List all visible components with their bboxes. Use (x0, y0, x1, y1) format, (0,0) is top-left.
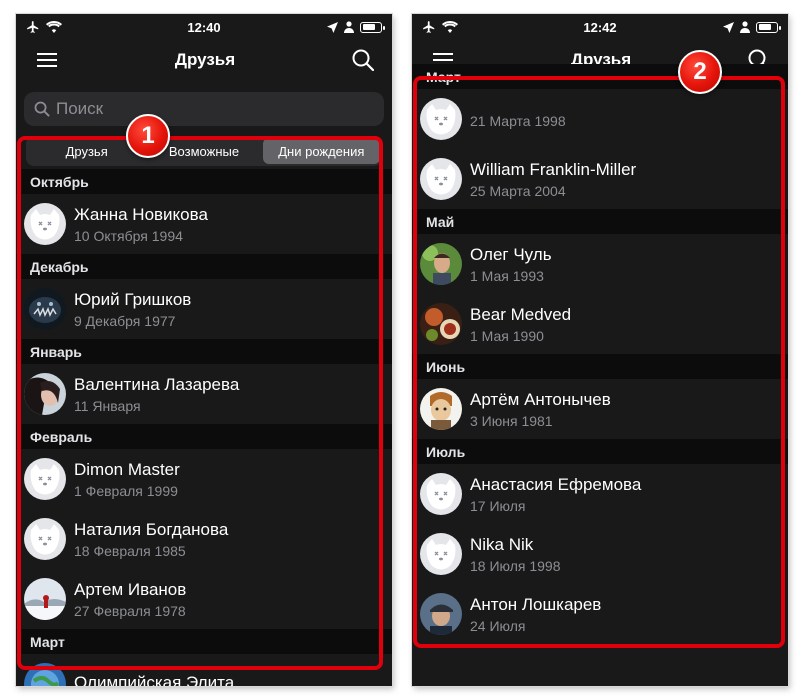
friend-list-item[interactable]: Валентина Лазарева 11 Января (16, 364, 392, 424)
status-bar: 12:40 (16, 14, 392, 40)
battery-icon (360, 21, 385, 33)
default-avatar-icon (24, 203, 66, 245)
month-section-header: Декабрь (16, 254, 392, 279)
status-time: 12:42 (583, 19, 617, 35)
search-icon (34, 101, 50, 117)
friend-name: Артем Иванов (74, 579, 187, 599)
month-section-header: Февраль (16, 424, 392, 449)
birthday-date: 3 Июня 1981 (470, 412, 553, 429)
airplane-icon (27, 21, 39, 33)
month-section-header: Март (16, 629, 392, 654)
status-bar: 12:42 (412, 14, 788, 40)
battery-icon (756, 21, 781, 33)
person-icon (740, 21, 750, 33)
tab-friends[interactable]: Друзья (28, 138, 145, 164)
status-time: 12:40 (187, 19, 221, 35)
tab-birthdays[interactable]: Дни рождения (262, 138, 380, 164)
friend-name: Юрий Гришков (74, 289, 192, 309)
friend-name: Nika Nik (470, 534, 534, 554)
search-field[interactable] (24, 92, 384, 126)
birthday-date: 18 Февраля 1985 (74, 542, 186, 559)
friend-list-item[interactable]: William Franklin-Miller 25 Марта 2004 (412, 149, 788, 209)
friend-list-item[interactable]: Юрий Гришков 9 Декабря 1977 (16, 279, 392, 339)
birthday-date: 17 Июля (470, 497, 526, 514)
hamburger-icon (37, 53, 57, 67)
avatar (24, 578, 66, 620)
default-avatar-icon (420, 473, 462, 515)
friend-list-item[interactable]: Nika Nik 18 Июля 1998 (412, 524, 788, 584)
friend-name: William Franklin-Miller (470, 159, 637, 179)
friend-name: Bear Medved (470, 304, 572, 324)
default-avatar-icon (420, 533, 462, 575)
wifi-icon (46, 21, 62, 33)
search-input[interactable] (56, 99, 356, 119)
tabs-segmented-control: Друзья Возможные Дни рождения (26, 136, 382, 166)
avatar (24, 663, 66, 686)
friend-name: Антон Лошкарев (470, 594, 602, 614)
friend-list-item[interactable]: Антон Лошкарев 24 Июля (412, 584, 788, 644)
default-avatar-icon (24, 458, 66, 500)
birthday-date: 9 Декабря 1977 (74, 312, 176, 329)
page-title: Друзья (174, 50, 236, 69)
friend-name: Dimon Master (74, 459, 180, 479)
friend-name: Артём Антонычев (470, 389, 611, 409)
friend-list-item[interactable]: Артём Антонычев 3 Июня 1981 (412, 379, 788, 439)
friend-name: Валентина Лазарева (74, 374, 240, 394)
default-avatar-icon (420, 98, 462, 140)
tab-suggestions[interactable]: Возможные (145, 138, 262, 164)
default-avatar-icon (24, 518, 66, 560)
friend-list-item[interactable]: 21 Марта 1998 (412, 89, 788, 149)
birthday-date: 27 Февраля 1978 (74, 602, 186, 619)
avatar (420, 303, 462, 345)
friend-list-item[interactable]: Bear Medved 1 Мая 1990 (412, 294, 788, 354)
month-section-header: Март (412, 64, 788, 89)
month-section-header: Январь (16, 339, 392, 364)
friend-list-item[interactable]: Артем Иванов 27 Февраля 1978 (16, 569, 392, 629)
friend-name: Жанна Новикова (74, 204, 208, 224)
birthday-list: Октябрь Жанна Новикова 10 Октября 1994 Дека… (16, 169, 392, 686)
menu-button[interactable] (34, 47, 60, 73)
birthday-date: 24 Июля (470, 617, 526, 634)
month-section-header: Май (412, 209, 788, 234)
person-icon (344, 21, 354, 33)
month-section-header: Июнь (412, 354, 788, 379)
friend-list-item[interactable]: Анастасия Ефремова 17 Июля (412, 464, 788, 524)
airplane-icon (423, 21, 435, 33)
location-arrow-icon (723, 21, 734, 33)
birthday-date: 21 Марта 1998 (470, 112, 566, 129)
nav-bar: Друзья (16, 40, 392, 80)
avatar (420, 388, 462, 430)
month-section-header: Октябрь (16, 169, 392, 194)
friend-name: Олимпийская Элита (74, 672, 235, 687)
birthday-date: 1 Мая 1993 (470, 267, 544, 284)
phone-screen-2: 12:42 Друзья Март 21 Марта 1998 William Fr… (412, 14, 788, 686)
friend-name: Анастасия Ефремова (470, 474, 642, 494)
friend-list-item[interactable]: Жанна Новикова 10 Октября 1994 (16, 194, 392, 254)
birthday-date: 25 Марта 2004 (470, 182, 566, 199)
friend-list-item[interactable]: Олег Чуль 1 Мая 1993 (412, 234, 788, 294)
wifi-icon (442, 21, 458, 33)
search-button[interactable] (350, 47, 376, 73)
friend-list-item[interactable]: Олимпийская Элита (16, 654, 392, 686)
birthday-date: 18 Июля 1998 (470, 557, 561, 574)
birthday-date: 1 Мая 1990 (470, 327, 544, 344)
avatar (420, 243, 462, 285)
avatar (420, 593, 462, 635)
phone-screen-1: 12:40 Друзья Друзья Возможные Дни рожден… (16, 14, 392, 686)
location-arrow-icon (327, 21, 338, 33)
birthday-list: Март 21 Марта 1998 William Franklin-Miller… (412, 64, 788, 644)
avatar (24, 288, 66, 330)
friend-list-item[interactable]: Dimon Master 1 Февраля 1999 (16, 449, 392, 509)
friend-list-item[interactable]: Наталия Богданова 18 Февраля 1985 (16, 509, 392, 569)
avatar (24, 373, 66, 415)
birthday-date: 11 Января (74, 397, 141, 414)
default-avatar-icon (420, 158, 462, 200)
birthday-date: 1 Февраля 1999 (74, 482, 178, 499)
friend-name: Наталия Богданова (74, 519, 229, 539)
friend-name: Олег Чуль (470, 244, 552, 264)
search-icon (352, 49, 374, 71)
month-section-header: Июль (412, 439, 788, 464)
birthday-date: 10 Октября 1994 (74, 227, 183, 244)
